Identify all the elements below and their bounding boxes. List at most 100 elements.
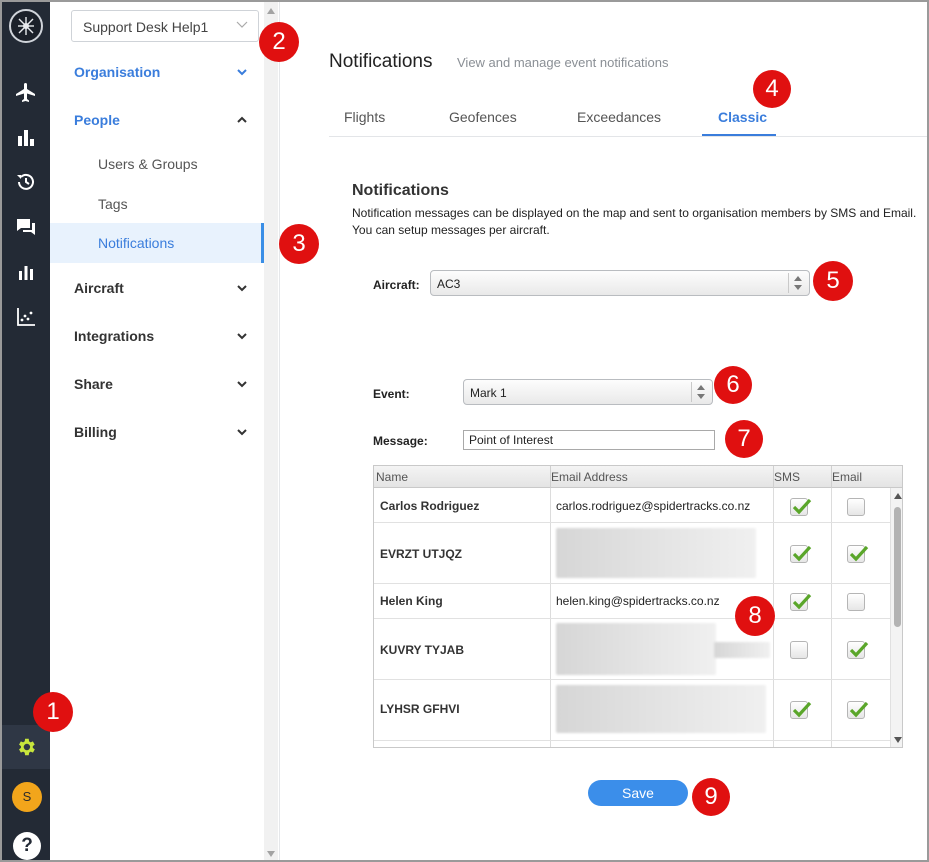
sidebar-item-organisation[interactable]: Organisation <box>74 64 160 80</box>
redacted-email <box>556 623 716 675</box>
table-row: EVRZT UTJQZ <box>374 523 890 584</box>
section-title: Notifications <box>352 182 449 199</box>
settings-nav-item[interactable] <box>2 725 50 769</box>
reports-icon[interactable] <box>14 260 38 284</box>
organisation-select-value: Support Desk Help1 <box>83 19 209 35</box>
checkmark-icon <box>792 498 812 515</box>
tab-bar: Flights Geofences Exceedances Classic <box>329 98 927 137</box>
redacted-email <box>556 528 756 578</box>
sidebar-item-integrations[interactable]: Integrations <box>74 328 154 344</box>
chat-icon[interactable] <box>14 215 38 239</box>
tab-classic[interactable]: Classic <box>718 109 767 125</box>
tab-geofences[interactable]: Geofences <box>449 109 517 125</box>
sms-checkbox[interactable] <box>790 701 812 719</box>
sms-checkbox[interactable] <box>790 593 812 611</box>
column-header-email-address[interactable]: Email Address <box>551 470 628 484</box>
sidebar-item-label: Notifications <box>98 235 175 251</box>
checkmark-icon <box>792 593 812 610</box>
sidebar-item-tags[interactable]: Tags <box>98 196 128 212</box>
sidebar-item-notifications[interactable]: Notifications <box>50 223 264 263</box>
sms-checkbox[interactable] <box>790 498 812 516</box>
recipient-name: EVRZT UTJQZ <box>380 547 463 561</box>
spider-logo-icon[interactable] <box>9 9 43 43</box>
annotation-marker-4: 4 <box>753 70 791 108</box>
chevron-down-icon[interactable] <box>236 426 248 438</box>
email-checkbox[interactable] <box>847 545 869 563</box>
redacted-email <box>714 642 770 658</box>
scroll-thumb[interactable] <box>894 507 901 627</box>
column-header-name[interactable]: Name <box>376 470 408 484</box>
grid-scrollbar[interactable] <box>890 488 902 747</box>
annotation-marker-1: 1 <box>33 692 73 732</box>
tab-exceedances[interactable]: Exceedances <box>577 109 661 125</box>
annotation-marker-3: 3 <box>279 224 319 264</box>
select-spinner-icon <box>788 273 806 293</box>
description-line: Notification messages can be displayed o… <box>352 206 917 220</box>
event-label: Event: <box>373 387 410 401</box>
plane-icon[interactable] <box>14 81 38 105</box>
section-description: Notification messages can be displayed o… <box>352 205 927 239</box>
select-spinner-icon <box>691 382 709 402</box>
main-content: Notifications View and manage event noti… <box>280 2 927 860</box>
chevron-down-icon <box>236 21 248 28</box>
sidebar-item-share[interactable]: Share <box>74 376 113 392</box>
event-select[interactable]: Mark 1 <box>463 379 713 405</box>
recipient-email: carlos.rodriguez@spidertracks.co.nz <box>556 499 751 513</box>
annotation-marker-9: 9 <box>692 778 730 816</box>
annotation-marker-2: 2 <box>259 22 299 62</box>
icon-rail: S ? <box>2 2 55 860</box>
email-checkbox[interactable] <box>847 498 865 516</box>
scatter-chart-icon[interactable] <box>14 305 38 329</box>
recipient-name: Helen King <box>380 594 443 608</box>
table-row: Carlos Rodriguez carlos.rodriguez@spider… <box>374 488 890 523</box>
avatar[interactable]: S <box>12 782 42 812</box>
sidebar-scrollbar[interactable] <box>264 2 278 860</box>
table-row: LYHSR GFHVI <box>374 680 890 741</box>
chevron-down-icon[interactable] <box>236 282 248 294</box>
chevron-up-icon[interactable] <box>236 114 248 126</box>
sidebar-item-billing[interactable]: Billing <box>74 424 117 440</box>
checkmark-icon <box>849 641 869 658</box>
save-button[interactable]: Save <box>588 780 688 806</box>
column-header-email[interactable]: Email <box>832 470 862 484</box>
column-header-sms[interactable]: SMS <box>774 470 800 484</box>
recipient-name: Carlos Rodriguez <box>380 499 480 513</box>
email-checkbox[interactable] <box>847 701 869 719</box>
checkmark-icon <box>792 545 812 562</box>
table-row: Helen King helen.king@spidertracks.co.nz <box>374 584 890 619</box>
scroll-up-icon[interactable] <box>267 8 275 14</box>
scroll-down-icon[interactable] <box>267 851 275 857</box>
bar-chart-icon[interactable] <box>14 126 38 150</box>
recipient-name: KUVRY TYJAB <box>380 643 465 657</box>
checkmark-icon <box>849 701 869 718</box>
history-icon[interactable] <box>14 170 38 194</box>
tab-flights[interactable]: Flights <box>344 109 385 125</box>
chevron-down-icon[interactable] <box>236 378 248 390</box>
sidebar-item-aircraft[interactable]: Aircraft <box>74 280 124 296</box>
organisation-select[interactable]: Support Desk Help1 <box>71 10 259 42</box>
help-icon[interactable]: ? <box>13 832 41 860</box>
email-checkbox[interactable] <box>847 641 869 659</box>
sidebar-item-people[interactable]: People <box>74 112 120 128</box>
page-subtitle: View and manage event notifications <box>457 55 669 70</box>
recipients-grid: Name Email Address SMS Email Carlos Rodr… <box>373 465 903 748</box>
sms-checkbox[interactable] <box>790 545 812 563</box>
annotation-marker-6: 6 <box>714 366 752 404</box>
settings-sidebar: Support Desk Help1 Organisation People U… <box>50 2 280 860</box>
email-checkbox[interactable] <box>847 593 865 611</box>
checkmark-icon <box>792 701 812 718</box>
aircraft-select[interactable]: AC3 <box>430 270 810 296</box>
sidebar-item-users-groups[interactable]: Users & Groups <box>98 156 198 172</box>
chevron-down-icon[interactable] <box>236 66 248 78</box>
message-input[interactable] <box>463 430 715 450</box>
event-select-value: Mark 1 <box>470 386 507 400</box>
chevron-down-icon[interactable] <box>236 330 248 342</box>
message-label: Message: <box>373 434 428 448</box>
active-tab-indicator <box>702 134 776 136</box>
scroll-up-icon[interactable] <box>894 493 902 499</box>
scroll-down-icon[interactable] <box>894 737 902 743</box>
aircraft-label: Aircraft: <box>373 278 420 292</box>
recipient-email: helen.king@spidertracks.co.nz <box>556 594 720 608</box>
table-row: KUVRY TYJAB <box>374 619 890 680</box>
sms-checkbox[interactable] <box>790 641 808 659</box>
